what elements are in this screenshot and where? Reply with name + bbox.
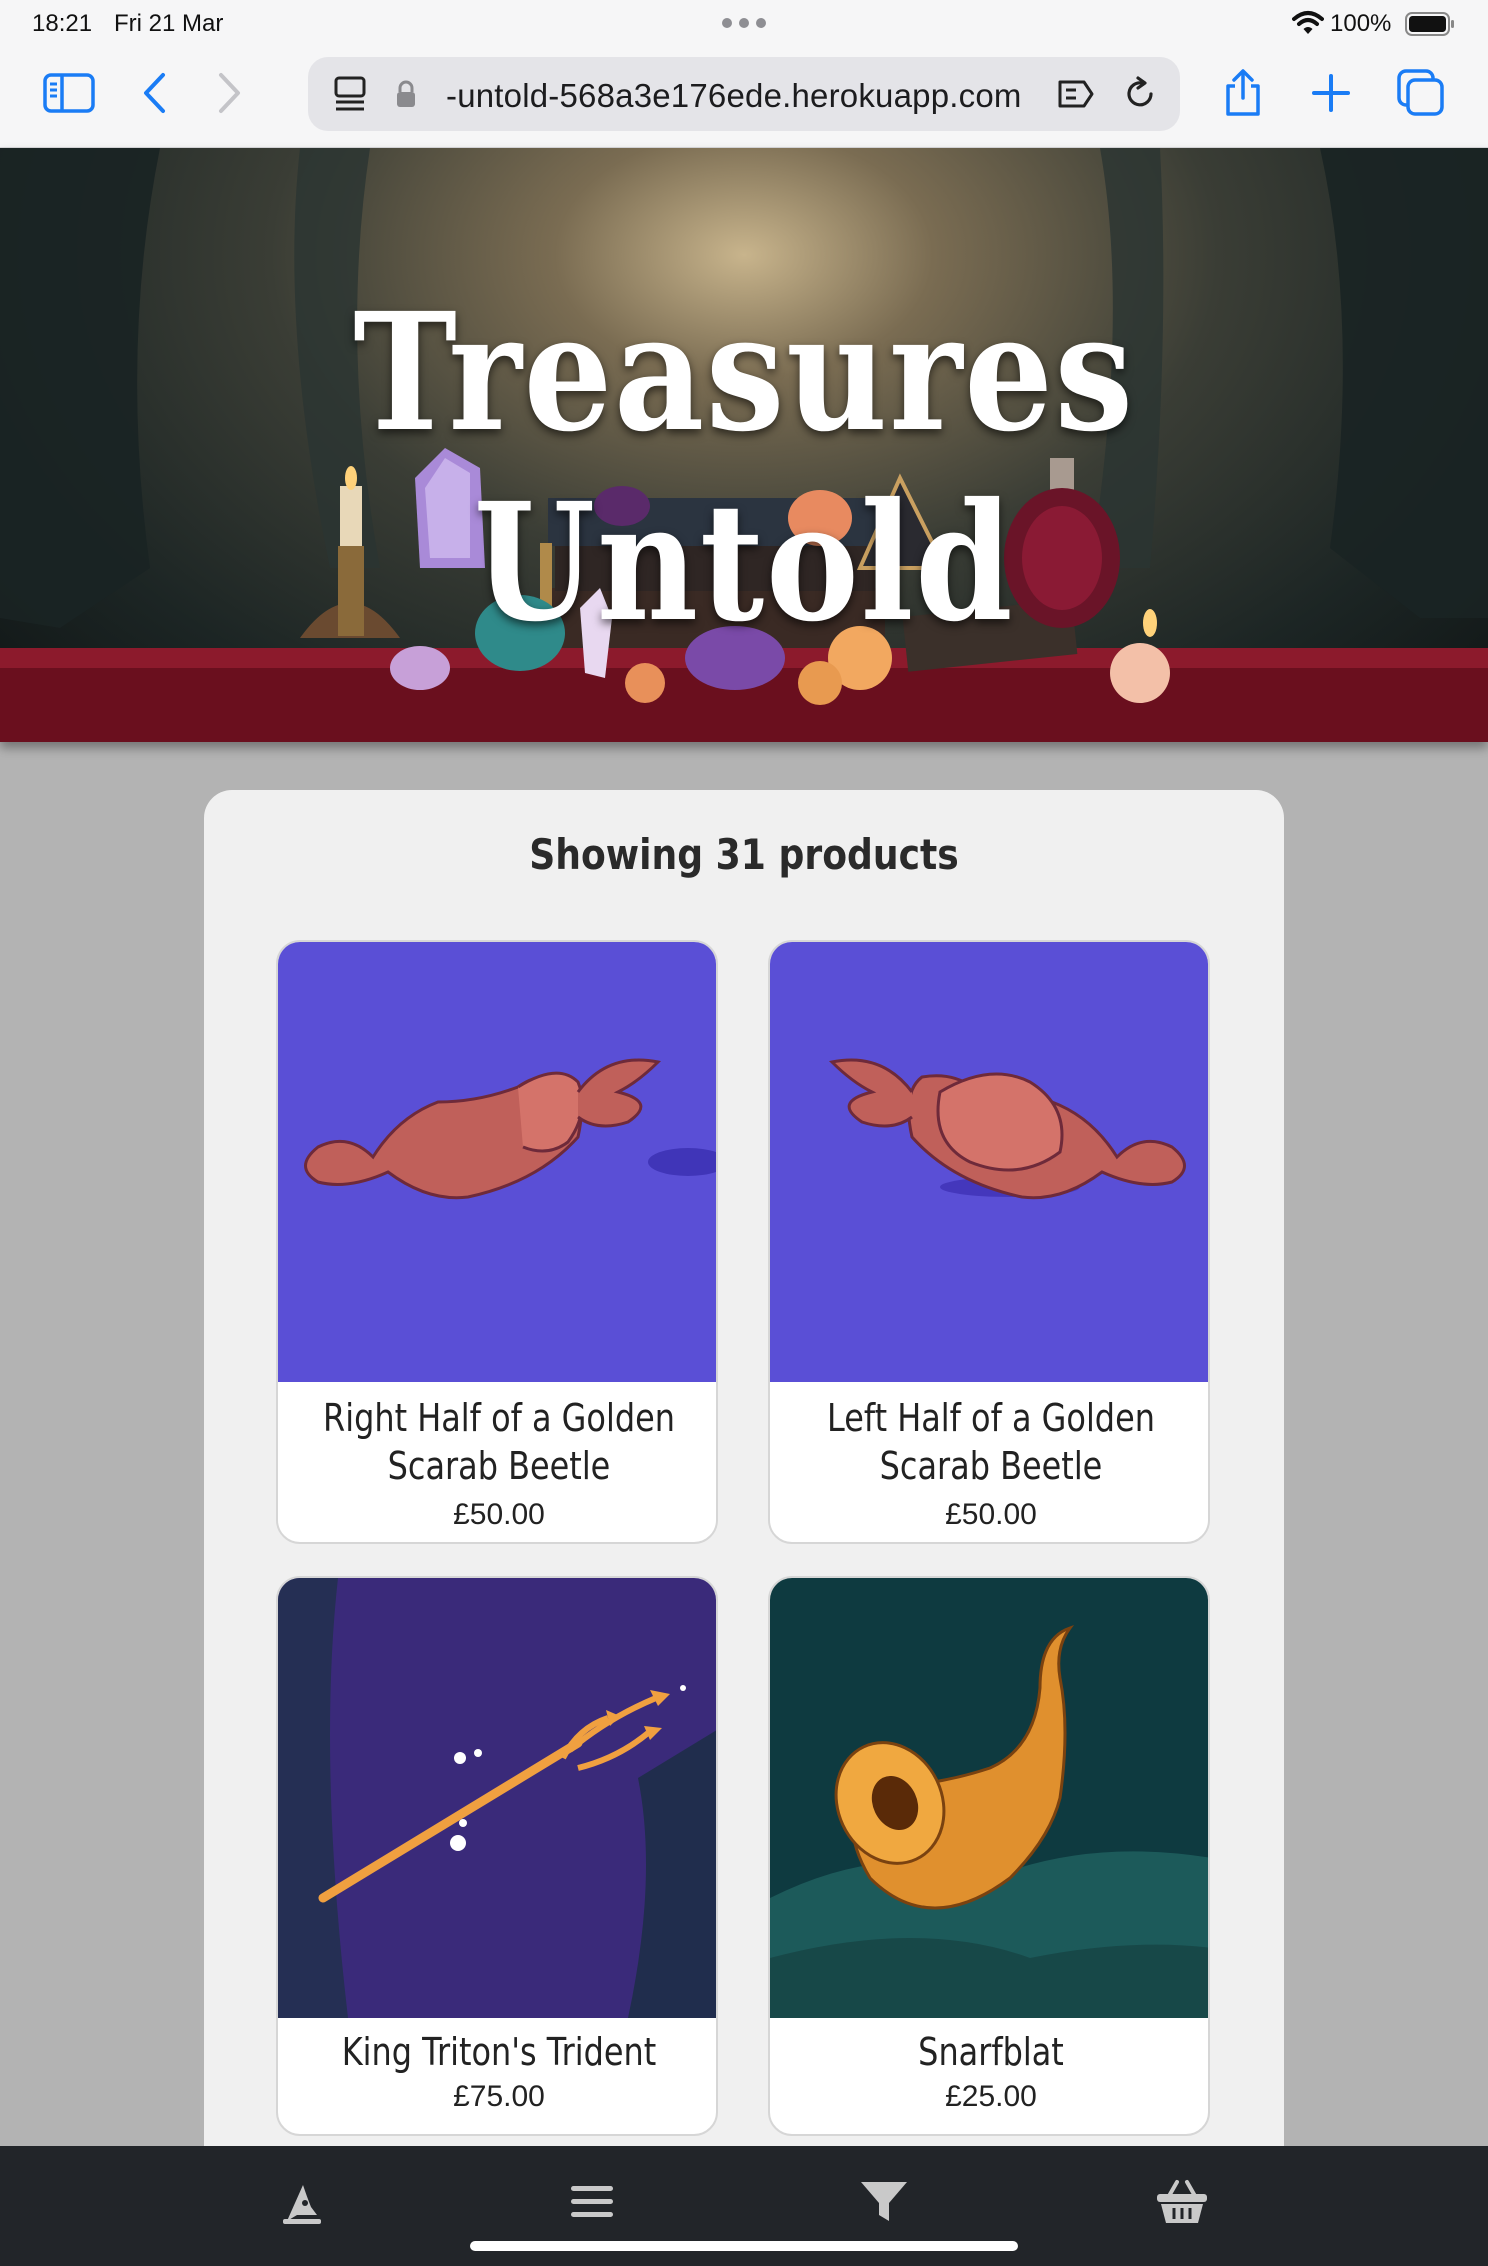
wifi-icon bbox=[1292, 11, 1324, 34]
lock-icon bbox=[392, 77, 420, 111]
product-name[interactable]: King Triton's Trident bbox=[322, 2028, 676, 2076]
basket-icon[interactable] bbox=[1152, 2172, 1212, 2232]
page-menu-icon[interactable] bbox=[330, 73, 370, 115]
status-date: Fri 21 Mar bbox=[114, 10, 224, 37]
product-name-line2[interactable]: Scarab Beetle bbox=[814, 1442, 1168, 1490]
url-text: -untold-568a3e176ede.herokuapp.com bbox=[446, 77, 1022, 114]
products-count: Showing 31 products bbox=[529, 830, 959, 879]
wizard-hat-icon[interactable] bbox=[272, 2172, 332, 2232]
product-card[interactable]: Left Half of a Golden Scarab Beetle £50.… bbox=[768, 940, 1210, 1544]
product-card[interactable]: Snarfblat £25.00 bbox=[768, 1576, 1210, 2136]
product-price: £25.00 bbox=[945, 2080, 1037, 2113]
new-tab-icon[interactable] bbox=[1306, 66, 1356, 120]
status-time: 18:21 bbox=[32, 10, 93, 37]
product-name[interactable]: Snarfblat bbox=[814, 2028, 1168, 2076]
multitasking-dots-icon[interactable] bbox=[722, 18, 766, 28]
site-title[interactable]: Treasures Untold bbox=[104, 278, 1384, 658]
hero-banner: Treasures Untold bbox=[0, 148, 1488, 742]
status-bar: 18:21 Fri 21 Mar 100% bbox=[0, 0, 1488, 50]
product-name-line2[interactable]: Scarab Beetle bbox=[322, 1442, 676, 1490]
product-image-right-scarab-half[interactable] bbox=[278, 942, 718, 1382]
forward-icon[interactable] bbox=[210, 68, 250, 118]
product-image-left-scarab-half[interactable] bbox=[770, 942, 1210, 1382]
product-name[interactable]: Left Half of a Golden bbox=[814, 1394, 1168, 1442]
product-price: £50.00 bbox=[453, 1498, 545, 1531]
product-price: £75.00 bbox=[453, 2080, 545, 2113]
product-price: £50.00 bbox=[945, 1498, 1037, 1531]
address-bar[interactable]: -untold-568a3e176ede.herokuapp.com bbox=[308, 57, 1180, 131]
battery-percentage: 100% bbox=[1330, 10, 1392, 37]
browser-toolbar: -untold-568a3e176ede.herokuapp.com bbox=[0, 50, 1488, 148]
battery-icon bbox=[1405, 12, 1454, 36]
product-card[interactable]: Right Half of a Golden Scarab Beetle £50… bbox=[276, 940, 718, 1544]
product-card[interactable]: King Triton's Trident £75.00 bbox=[276, 1576, 718, 2136]
translate-icon[interactable] bbox=[1054, 73, 1102, 115]
back-icon[interactable] bbox=[134, 68, 174, 118]
tabs-icon[interactable] bbox=[1392, 64, 1450, 122]
products-panel: Showing 31 products Right Half of a Gold… bbox=[204, 790, 1284, 2266]
reload-icon[interactable] bbox=[1118, 73, 1162, 115]
share-icon[interactable] bbox=[1218, 64, 1268, 122]
filter-icon[interactable] bbox=[854, 2172, 914, 2232]
home-indicator[interactable] bbox=[470, 2241, 1018, 2251]
product-image-trident[interactable] bbox=[278, 1578, 718, 2018]
product-name[interactable]: Right Half of a Golden bbox=[322, 1394, 676, 1442]
sidebar-icon[interactable] bbox=[40, 68, 98, 118]
product-image-snarfblat[interactable] bbox=[770, 1578, 1210, 2018]
bottom-nav bbox=[0, 2146, 1488, 2266]
menu-icon[interactable] bbox=[562, 2172, 622, 2232]
